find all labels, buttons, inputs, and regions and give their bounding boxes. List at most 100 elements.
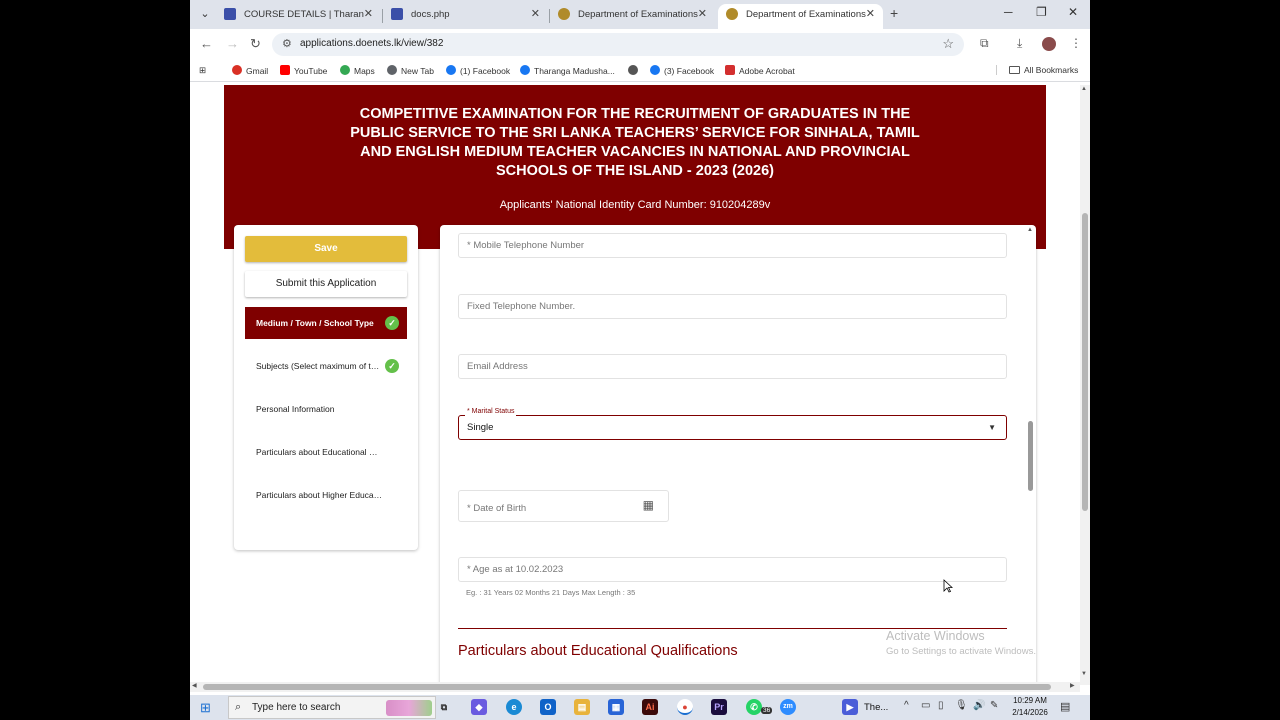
whatsapp-icon[interactable]: ✆ [746,699,762,715]
windows-start-icon[interactable]: ⊞ [200,700,211,716]
tray-chevron-icon[interactable]: ^ [904,700,909,711]
store-icon[interactable]: ▦ [608,699,624,715]
outlook-icon[interactable]: O [540,699,556,715]
bookmark-new-tab[interactable]: New Tab [387,65,434,76]
tab-department-examinations-active[interactable]: Department of Examinations - S ✕ [718,4,883,29]
bookmark-star-icon[interactable]: ☆ [942,36,954,52]
bookmark-youtube[interactable]: YouTube [280,65,327,76]
mobile-phone-field[interactable]: * Mobile Telephone Number [458,233,1007,258]
forward-icon[interactable]: → [226,36,239,51]
video-app-icon[interactable]: ▶ [842,699,858,715]
close-icon[interactable]: ✕ [531,4,540,25]
profile-avatar[interactable] [1042,37,1056,51]
scroll-up-icon[interactable]: ▲ [1027,227,1033,233]
dropdown-caret-icon: ▼ [988,423,996,432]
tab-docs[interactable]: docs.php ✕ [383,4,548,29]
scroll-left-icon[interactable]: ◀ [192,682,197,689]
notifications-icon[interactable]: ▤ [1060,700,1070,713]
bookmark-facebook-1[interactable]: (1) Facebook [446,65,510,76]
page-scrollbar[interactable]: ▲ ▼ [1080,85,1090,685]
bookmark-maps[interactable]: Maps [340,65,375,76]
bookmark-label: Gmail [246,66,269,76]
email-field[interactable]: Email Address [458,354,1007,379]
battery-icon[interactable]: ▯ [938,700,944,711]
step-educational-qualifications[interactable]: Particulars about Educational Qualificat… [245,436,407,468]
taskbar-active-label[interactable]: The... [864,702,888,713]
age-field[interactable]: * Age as at 10.02.2023 [458,557,1007,582]
edge-icon[interactable]: e [506,699,522,715]
task-view-icon[interactable]: ⧉ [436,699,452,715]
browser-toolbar: ← → ↻ ⚙ applications.doenets.lk/view/382… [190,29,1090,60]
zoom-icon[interactable]: zm [780,699,796,715]
menu-icon[interactable]: ⋮ [1070,36,1082,50]
page-viewport: COMPETITIVE EXAMINATION FOR THE RECRUITM… [190,85,1080,685]
marital-status-select[interactable]: * Marital Status Single ▼ [458,407,1007,440]
tab-department-examinations[interactable]: Department of Examinations - S ✕ [550,4,715,29]
network-icon[interactable]: ▭ [921,700,930,711]
scroll-thumb[interactable] [1082,213,1088,511]
bookmark-label: New Tab [401,66,434,76]
reload-icon[interactable]: ↻ [250,36,261,52]
chrome-icon[interactable]: ● [677,699,693,715]
bookmark-facebook-3[interactable]: (3) Facebook [650,65,714,76]
extensions-icon[interactable]: ⧉ [980,36,989,51]
restore-icon[interactable]: ❐ [1036,5,1047,19]
date-of-birth-field[interactable]: * Date of Birth ▦ [458,490,669,522]
scroll-right-icon[interactable]: ▶ [1070,682,1075,689]
form-scrollbar[interactable]: ▲ [1026,225,1036,685]
tab-course-details[interactable]: COURSE DETAILS | Tharanga G ✕ [216,4,381,29]
scroll-down-icon[interactable]: ▼ [1081,671,1087,677]
microphone-icon[interactable]: 🎙 [955,700,968,711]
facebook-icon [520,65,530,75]
globe-icon [387,65,397,75]
search-highlight-image [386,700,432,716]
back-icon[interactable]: ← [200,36,213,51]
scroll-up-icon[interactable]: ▲ [1081,86,1087,92]
apps-grid-icon[interactable]: ⊞ [199,65,206,76]
premiere-icon[interactable]: Pr [711,699,727,715]
horizontal-scrollbar[interactable]: ◀ ▶ [190,682,1080,692]
step-label: Personal Information [256,404,335,414]
close-window-icon[interactable]: ✕ [1068,5,1078,19]
bookmark-globe[interactable] [628,65,642,76]
volume-icon[interactable]: 🔊 [973,700,985,711]
close-icon[interactable]: ✕ [698,4,707,25]
bookmark-adobe-acrobat[interactable]: Adobe Acrobat [725,65,795,76]
calendar-icon[interactable]: ▦ [643,491,654,519]
scroll-thumb[interactable] [203,684,1051,690]
address-bar[interactable]: ⚙ applications.doenets.lk/view/382 ☆ [272,33,964,56]
url-text: applications.doenets.lk/view/382 [300,38,444,49]
minimize-icon[interactable]: ─ [1004,5,1013,19]
save-button[interactable]: Save [245,236,407,262]
copilot-icon[interactable]: ◆ [471,699,487,715]
step-personal-information[interactable]: Personal Information [245,393,407,425]
crest-favicon-icon [558,8,570,20]
bookmark-label: (3) Facebook [664,66,715,76]
right-letterbox [1090,0,1280,695]
pen-icon[interactable]: ✎ [990,700,998,711]
download-icon[interactable]: ⤓ [1017,36,1022,51]
acrobat-icon [725,65,735,75]
bookmark-gmail[interactable]: Gmail [232,65,268,76]
all-bookmarks[interactable]: All Bookmarks [996,65,1078,75]
close-icon[interactable]: ✕ [364,4,373,25]
taskbar-search[interactable]: ⌕ Type here to search [228,696,436,719]
check-icon: ✓ [385,316,399,330]
submit-application-button[interactable]: Submit this Application [245,271,407,297]
step-medium-town-school[interactable]: Medium / Town / School Type ✓ [245,307,407,339]
site-info-icon[interactable]: ⚙ [282,37,292,50]
scroll-thumb[interactable] [1028,421,1033,491]
bookmark-tharanga[interactable]: Tharanga Madusha... [520,65,615,76]
tab-search-icon[interactable]: ⌄ [196,5,214,23]
illustrator-icon[interactable]: Ai [642,699,658,715]
age-hint: Eg. : 31 Years 02 Months 21 Days Max Len… [466,588,636,597]
new-tab-icon[interactable]: + [890,5,898,21]
step-higher-education[interactable]: Particulars about Higher Education [245,479,407,511]
file-explorer-icon[interactable]: ▤ [574,699,590,715]
facebook-icon [650,65,660,75]
nic-number-line: Applicants' National Identity Card Numbe… [499,199,771,211]
fixed-phone-field[interactable]: Fixed Telephone Number. [458,294,1007,319]
system-clock[interactable]: 10:29 AM 2/14/2026 [1004,695,1056,719]
close-icon[interactable]: ✕ [866,4,875,25]
step-subjects[interactable]: Subjects (Select maximum of two subjects… [245,350,407,382]
